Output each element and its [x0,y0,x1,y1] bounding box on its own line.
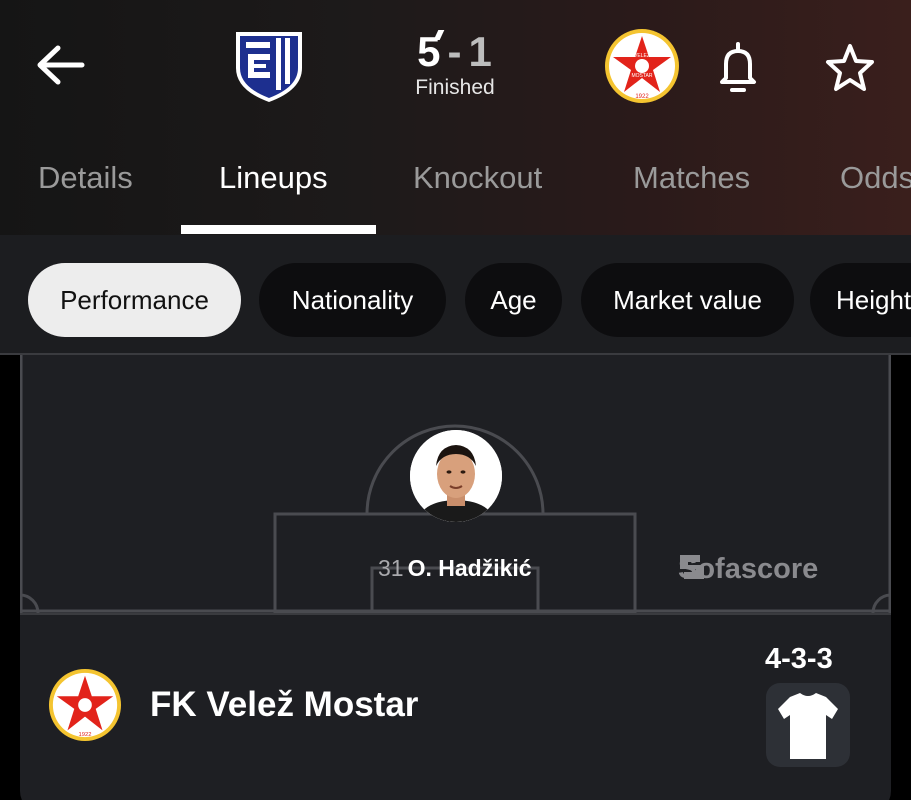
match-header: 5-1 Finished VELEŽ MOSTAR 1922 Details L… [0,0,911,235]
notification-button[interactable] [712,40,764,96]
filter-height[interactable]: Height [810,263,911,337]
away-logo-bottom-text: MOSTAR [631,73,652,79]
sofascore-logo-icon [680,555,704,579]
away-team-logo[interactable]: VELEŽ MOSTAR 1922 [604,28,680,104]
lineup-pitch: Sofascore 31 O. Hadžikić [20,355,891,613]
player-photo [410,430,502,522]
favorite-button[interactable] [822,40,878,96]
shirt-icon [778,693,838,759]
tab-lineups[interactable]: Lineups [219,160,328,196]
team-lineup-card: 1922 FK Velež Mostar 4-3-3 [20,613,891,800]
sofascore-watermark: Sofascore [678,553,818,586]
player-avatar[interactable] [410,430,502,522]
filter-nationality[interactable]: Nationality [259,263,446,337]
match-status: Finished [415,76,495,99]
player-number: 31 [378,555,404,581]
team-formation: 4-3-3 [765,643,833,675]
tab-odds[interactable]: Odds [840,160,911,196]
star-icon [826,44,874,91]
back-button[interactable] [30,40,90,90]
away-score: 1 [468,28,493,75]
filter-age[interactable]: Age [465,263,562,337]
active-tab-indicator [181,225,376,234]
lineup-filter-bar: Performance Nationality Age Market value… [0,235,911,355]
tab-knockout[interactable]: Knockout [413,160,542,196]
player-label[interactable]: 31 O. Hadžikić [378,555,532,582]
score-separator: - [447,28,463,75]
team-kit-button[interactable] [766,683,850,767]
filter-performance[interactable]: Performance [28,263,241,337]
player-name: O. Hadžikić [407,555,532,581]
team-logo-year: 1922 [79,732,92,738]
tab-details[interactable]: Details [38,160,133,196]
away-logo-year: 1922 [635,94,649,100]
team-name: FK Velež Mostar [150,685,419,724]
tab-matches[interactable]: Matches [633,160,750,196]
home-team-logo[interactable] [230,28,308,104]
match-tabs: Details Lineups Knockout Matches Odds [0,150,911,235]
match-score: 5-1 Finished [395,26,515,100]
arrow-left-icon [37,45,85,85]
filter-market-value[interactable]: Market value [581,263,794,337]
score-display: 5-1 [395,26,515,78]
away-logo-top-text: VELEŽ [634,51,650,59]
bell-icon [720,42,756,92]
team-logo[interactable]: 1922 [48,668,122,742]
